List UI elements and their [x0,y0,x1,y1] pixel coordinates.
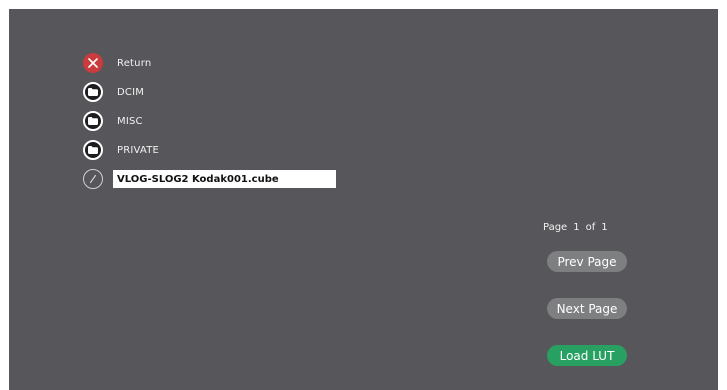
list-item-label: PRIVATE [117,144,160,156]
list-item-return[interactable]: Return [83,53,151,73]
list-item-label: DCIM [117,86,145,98]
page-word: Page [543,222,568,233]
list-item-label: MISC [117,115,143,127]
folder-icon [83,111,103,131]
list-item-lut-file[interactable]: VLOG-SLOG2 Kodak001.cube [83,169,336,189]
page-of-word: of [585,222,596,233]
file-browser-screen: Return DCIM MISC PRIVATE VLOG-SLOG2 Koda… [9,9,718,390]
list-item-folder-dcim[interactable]: DCIM [83,82,144,102]
list-item-folder-misc[interactable]: MISC [83,111,143,131]
page-indicator: Page 1 of 1 [543,222,608,233]
page-total: 1 [601,222,608,233]
close-icon [83,53,103,73]
next-page-button[interactable]: Next Page [547,298,627,319]
load-lut-button[interactable]: Load LUT [547,345,627,366]
folder-icon [83,140,103,160]
prev-page-button[interactable]: Prev Page [547,251,627,272]
folder-icon [83,82,103,102]
lut-file-icon [83,169,103,189]
list-item-folder-private[interactable]: PRIVATE [83,140,159,160]
selected-file-label[interactable]: VLOG-SLOG2 Kodak001.cube [113,170,336,188]
page-current: 1 [573,222,580,233]
list-item-label: Return [117,57,152,69]
